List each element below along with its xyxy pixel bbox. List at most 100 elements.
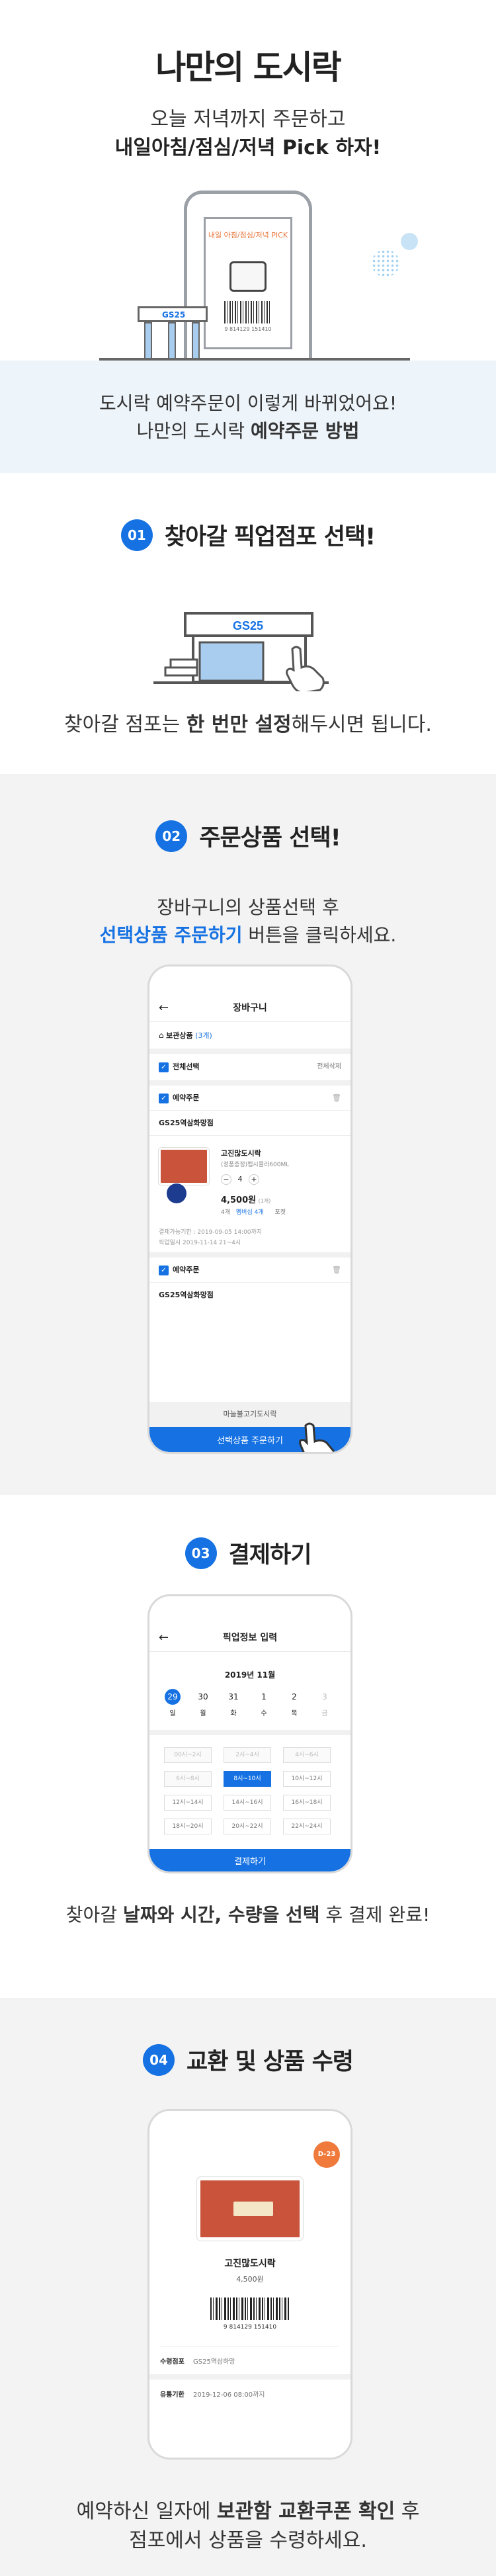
step3-title: 결제하기 bbox=[228, 1542, 312, 1568]
deadline-text: 결제가능기한 : 2019-09-05 14:00까지 bbox=[159, 1229, 263, 1236]
hero-section: 나만의 도시락 오늘 저녁까지 주문하고 내일아침/점심/저녁 Pick 하자!… bbox=[0, 0, 496, 361]
step4-footer1-suffix: 후 bbox=[395, 2500, 420, 2523]
time-slot-button[interactable]: 2시~4시 bbox=[224, 1747, 271, 1763]
hero-subtitle-line2: 내일아침/점심/저녁 Pick 하자! bbox=[114, 136, 382, 159]
time-slot-button[interactable]: 00시~2시 bbox=[164, 1747, 212, 1763]
step4-section: 04 교환 및 상품 수령 D-23 고진많도시락 4,500원 9 814129… bbox=[0, 1998, 496, 2576]
intro-line1: 도시락 예약주문이 이렇게 바뀌었어요! bbox=[99, 392, 397, 414]
product-price: 4,500원 bbox=[221, 1195, 257, 1205]
expiry-row: 유통기한 2019-12-06 08:00까지 bbox=[160, 2389, 265, 2399]
delete-all-button[interactable]: 전체삭제 bbox=[317, 1054, 341, 1080]
step2-line1: 장바구니의 상품선택 후 bbox=[157, 896, 339, 918]
step4-title: 교환 및 상품 수령 bbox=[186, 2049, 354, 2075]
intro-line2-bold: 예약주문 방법 bbox=[251, 420, 360, 442]
coupon-label[interactable]: 멤버십 4개 bbox=[236, 1209, 264, 1216]
store1-label: GS25역삼화망점 bbox=[149, 1111, 351, 1136]
date-day: 1 bbox=[261, 1692, 267, 1701]
step3-caption-bold: 날짜와 시간, 수량을 선택 bbox=[122, 1904, 320, 1926]
intro-note-section: 도시락 예약주문이 이렇게 바뀌었어요! 나만의 도시락 예약주문 방법 bbox=[0, 361, 496, 473]
trash-icon[interactable]: 🗑 bbox=[332, 1086, 341, 1111]
store-with-hand-illustration: GS25 bbox=[153, 612, 329, 691]
lunchbox-label bbox=[233, 2202, 273, 2216]
store-pillar bbox=[168, 322, 176, 361]
store2-label: GS25역삼화망점 bbox=[159, 1291, 214, 1299]
coupon-count: 4개 bbox=[221, 1209, 231, 1216]
cart-screen: ← 장바구니 ⌂ 보관상품 (3개) ✓ 전체선택 전체삭제 ✓ 예약주문 🗑 GS… bbox=[149, 994, 351, 1452]
store-logo: GS25 bbox=[233, 619, 263, 632]
expiry-label: 유통기한 bbox=[160, 2391, 185, 2399]
time-slot-button[interactable]: 6시~8시 bbox=[164, 1771, 212, 1787]
date-cell[interactable]: 3금 bbox=[315, 1689, 335, 1717]
date-cell[interactable]: 29 일 bbox=[163, 1689, 183, 1717]
pickup-date-text: 픽업일시 2019-11-14 21~4시 bbox=[159, 1240, 241, 1246]
date-weekday: 월 bbox=[200, 1710, 206, 1717]
step1-desc-prefix: 찾아갈 점포는 bbox=[64, 713, 186, 736]
back-arrow-icon[interactable]: ← bbox=[159, 994, 169, 1022]
time-slot-button[interactable]: 20시~22시 bbox=[224, 1819, 271, 1834]
pickup-info-screen: ← 픽업정보 입력 2019년 11월 29 일 30 월 31 화 1 수 2 목 3 금 00시~… bbox=[149, 1624, 351, 1871]
date-day: 29 bbox=[165, 1689, 181, 1705]
time-slot-button[interactable]: 8시~10시 bbox=[224, 1771, 271, 1787]
date-cell[interactable]: 1수 bbox=[254, 1689, 274, 1717]
trash-icon[interactable]: 🗑 bbox=[332, 1258, 341, 1283]
select-all-checkbox[interactable]: ✓ bbox=[159, 1062, 169, 1072]
coupon-sub: 포켓 bbox=[274, 1209, 286, 1216]
quantity-value: 4 bbox=[237, 1175, 243, 1183]
group2-checkbox[interactable]: ✓ bbox=[159, 1265, 169, 1275]
cart-header-title: 장바구니 bbox=[233, 1003, 267, 1013]
coupon-product-name: 고진많도시락 bbox=[224, 2258, 276, 2269]
group1-label: 예약주문 bbox=[173, 1094, 200, 1102]
minus-icon[interactable]: − bbox=[221, 1174, 231, 1185]
pickup-store-label: 수령점포 bbox=[160, 2358, 185, 2366]
step2-line2: 선택상품 주문하기 버튼을 클릭하세요. bbox=[0, 921, 496, 947]
lunchbox-image bbox=[197, 2177, 303, 2241]
cart-storage-row: ⌂ 보관상품 (3개) bbox=[149, 1022, 351, 1049]
time-slot-button[interactable]: 4시~6시 bbox=[283, 1747, 331, 1763]
time-slot-button[interactable]: 10시~12시 bbox=[283, 1771, 331, 1787]
group1-checkbox[interactable]: ✓ bbox=[159, 1093, 169, 1103]
step3-number-badge: 03 bbox=[185, 1537, 217, 1569]
back-arrow-icon[interactable]: ← bbox=[159, 1624, 169, 1652]
pickup-store-value: GS25역삼하망 bbox=[193, 2358, 235, 2366]
product-price-row: 4,500원 (1개) bbox=[221, 1193, 270, 1205]
pick-card-illustration: 내일 아침/점심/저녁 PICK 9 814129 151410 bbox=[204, 217, 292, 349]
date-cell[interactable]: 31 화 bbox=[224, 1689, 243, 1717]
barcode-icon bbox=[210, 2297, 290, 2320]
date-weekday: 목 bbox=[291, 1710, 298, 1717]
cart-phone-mockup: ← 장바구니 ⌂ 보관상품 (3개) ✓ 전체선택 전체삭제 ✓ 예약주문 🗑 GS… bbox=[147, 965, 352, 1454]
date-weekday: 일 bbox=[169, 1710, 176, 1717]
bottom-item-label: 마늘불고기도시락 bbox=[223, 1410, 277, 1418]
dday-badge: D-23 bbox=[313, 2141, 340, 2168]
cart-product-item: 고진많도시락 (정품증정)펩시콜라600ML − 4 + 4,500원 (1개)… bbox=[149, 1136, 351, 1252]
time-slot-button[interactable]: 22시~24시 bbox=[283, 1819, 331, 1834]
product-name: 고진많도시락 bbox=[221, 1149, 261, 1158]
tap-hand-icon bbox=[299, 1422, 335, 1452]
time-slot-button[interactable]: 18시~20시 bbox=[164, 1819, 212, 1834]
time-slot-button[interactable]: 14시~16시 bbox=[224, 1795, 271, 1811]
page-title: 나만의 도시락 bbox=[155, 48, 341, 87]
reservation-group-row: ✓ 예약주문 🗑 bbox=[149, 1258, 351, 1283]
plus-icon[interactable]: + bbox=[249, 1174, 259, 1185]
step3-heading: 03 결제하기 bbox=[0, 1536, 496, 1570]
date-cell[interactable]: 30 월 bbox=[193, 1689, 213, 1717]
quantity-stepper[interactable]: − 4 + bbox=[221, 1174, 259, 1185]
payment-phone-mockup: ← 픽업정보 입력 2019년 11월 29 일 30 월 31 화 1 수 2 목 3 금 00시~… bbox=[147, 1594, 352, 1873]
pickup-header-title: 픽업정보 입력 bbox=[222, 1633, 278, 1643]
pay-button[interactable]: 결제하기 bbox=[149, 1849, 351, 1871]
step1-desc-bold: 한 번만 설정 bbox=[186, 713, 292, 736]
date-day: 2 bbox=[292, 1692, 297, 1701]
cart-storage-label: 보관상품 bbox=[166, 1031, 193, 1040]
store-pillar bbox=[192, 322, 200, 361]
coupon-screen: D-23 고진많도시락 4,500원 9 814129 151410 수령점포 … bbox=[149, 2139, 351, 2458]
step1-desc-suffix: 해두시면 됩니다. bbox=[291, 713, 432, 736]
pickup-store-row: 수령점포 GS25역삼하망 bbox=[160, 2356, 235, 2366]
time-slot-button[interactable]: 12시~14시 bbox=[164, 1795, 212, 1811]
date-cell[interactable]: 2목 bbox=[284, 1689, 304, 1717]
step4-footer-line2: 점포에서 상품을 수령하세요. bbox=[129, 2529, 367, 2552]
step3-caption: 찾아갈 날짜와 시간, 수량을 선택 후 결제 완료! bbox=[0, 1901, 496, 1927]
lunchbox-icon bbox=[229, 261, 267, 292]
store-illustration-small: GS25 bbox=[138, 306, 208, 361]
time-slot-button[interactable]: 16시~18시 bbox=[283, 1795, 331, 1811]
step1-description: 찾아갈 점포는 한 번만 설정해두시면 됩니다. bbox=[0, 708, 496, 737]
product-option: (정품증정)펩시콜라600ML bbox=[221, 1162, 290, 1168]
